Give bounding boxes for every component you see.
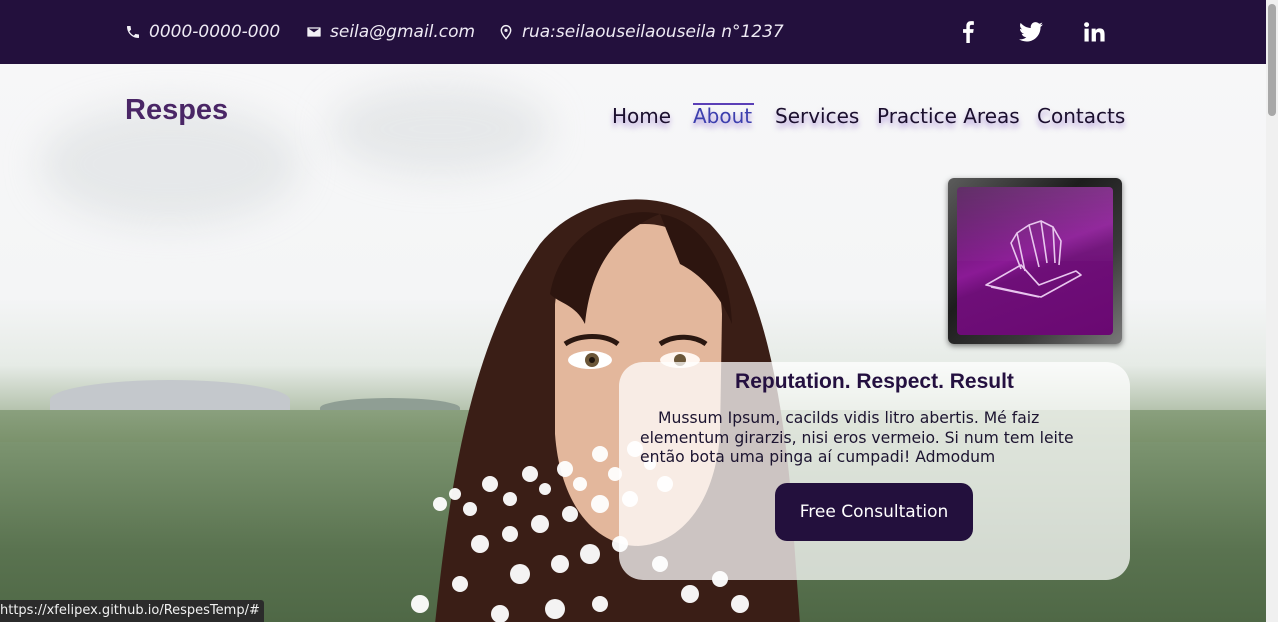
- brand-logo[interactable]: Respes: [125, 94, 228, 127]
- browser-status-url: https://xfelipex.github.io/RespesTemp/#: [0, 600, 264, 622]
- hero-description: Mussum Ipsum, cacilds vidis litro aberti…: [640, 409, 1074, 466]
- facebook-icon: [963, 21, 974, 43]
- scrollbar-thumb[interactable]: [1268, 4, 1276, 116]
- nav-contacts[interactable]: Contacts: [1037, 104, 1125, 128]
- mail-icon: [307, 27, 321, 37]
- facebook-link[interactable]: [952, 0, 984, 64]
- street-address: rua:seilaouseilaouseila n°1237: [522, 22, 784, 42]
- email-address: seila@gmail.com: [330, 22, 476, 42]
- address-contact: rua:seilaouseilaouseila n°1237: [498, 0, 784, 64]
- book-badge: [948, 178, 1122, 344]
- open-book-icon: [985, 220, 1082, 298]
- phone-icon: [127, 26, 139, 38]
- page-scrollbar[interactable]: [1266, 0, 1278, 622]
- free-consultation-button[interactable]: Free Consultation: [775, 483, 973, 541]
- nav-about[interactable]: About: [693, 104, 752, 128]
- nav-services[interactable]: Services: [775, 104, 859, 128]
- nav-practice-areas[interactable]: Practice Areas: [877, 104, 1020, 128]
- phone-contact: 0000-0000-000: [125, 0, 280, 64]
- hero-card: Reputation. Respect. Result Mussum Ipsum…: [619, 362, 1130, 580]
- email-contact: seila@gmail.com: [306, 0, 475, 64]
- twitter-link[interactable]: [1015, 0, 1047, 64]
- twitter-icon: [1019, 22, 1043, 42]
- nav-home[interactable]: Home: [612, 104, 671, 128]
- top-contact-bar: 0000-0000-000 seila@gmail.com rua:seilao…: [0, 0, 1266, 64]
- phone-number: 0000-0000-000: [149, 22, 281, 42]
- map-pin-icon: [500, 25, 512, 40]
- linkedin-link[interactable]: [1078, 0, 1110, 64]
- hero-title: Reputation. Respect. Result: [735, 370, 1014, 393]
- linkedin-icon: [1083, 22, 1105, 42]
